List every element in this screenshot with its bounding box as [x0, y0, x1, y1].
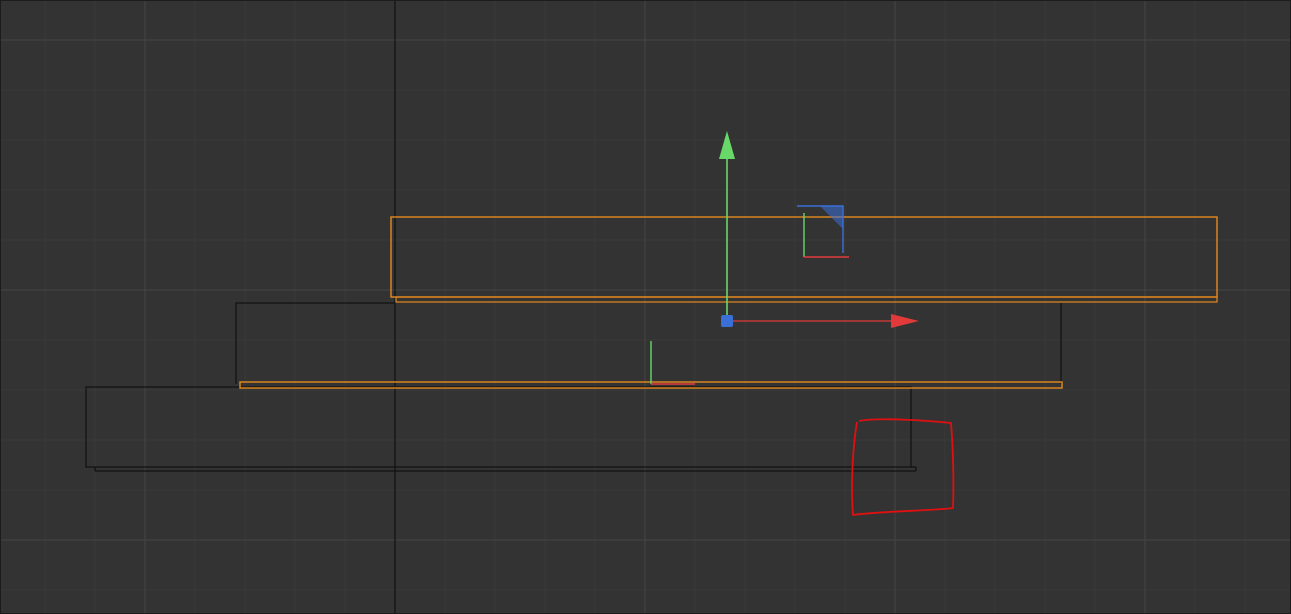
object-box-middle[interactable] — [235, 302, 1062, 384]
gizmo-xy-plane-handle[interactable] — [797, 205, 849, 258]
gizmo-x-axis-arrow-icon[interactable] — [891, 314, 919, 328]
local-pivot-marker — [650, 341, 695, 385]
gizmo-center-handle[interactable] — [721, 315, 733, 327]
object-box-lower[interactable] — [85, 386, 917, 472]
move-gizmo[interactable] — [719, 131, 919, 328]
gizmo-y-axis-arrow-icon[interactable] — [719, 131, 735, 159]
viewport-canvas[interactable] — [1, 1, 1291, 614]
3d-viewport[interactable] — [0, 0, 1291, 614]
grid-minor-lines — [1, 1, 1290, 613]
